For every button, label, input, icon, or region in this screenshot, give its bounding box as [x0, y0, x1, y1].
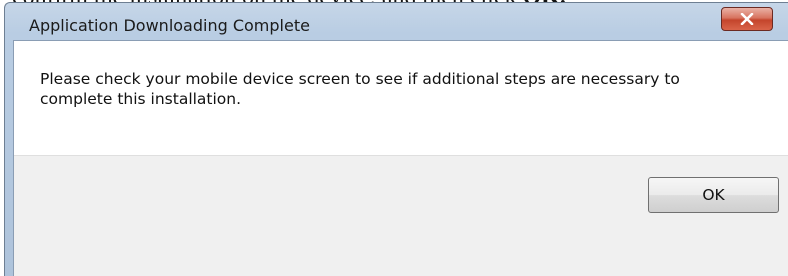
close-button[interactable]: [721, 7, 773, 31]
ok-button[interactable]: OK: [648, 177, 779, 213]
message-line-1: Please check your mobile device screen t…: [40, 70, 680, 88]
close-icon: [740, 13, 754, 25]
dialog-footer: OK: [14, 155, 788, 276]
dialog-message: Please check your mobile device screen t…: [40, 69, 760, 109]
dialog-titlebar[interactable]: Application Downloading Complete: [5, 3, 788, 43]
dialog-body: Please check your mobile device screen t…: [13, 40, 788, 276]
message-line-2: complete this installation.: [40, 90, 242, 108]
dialog-title: Application Downloading Complete: [29, 16, 310, 35]
dialog-window: Application Downloading Complete Please …: [4, 2, 788, 276]
